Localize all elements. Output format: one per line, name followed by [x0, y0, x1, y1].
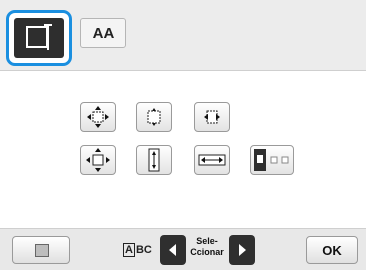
- abc-bc: BC: [135, 244, 152, 256]
- arrow-left-icon: [169, 244, 176, 256]
- stretch-vertical-icon: [148, 148, 160, 172]
- expand-all-directions-icon: [86, 148, 110, 172]
- tab-strip: AA: [0, 0, 366, 70]
- layout-frame-icon: [26, 26, 48, 48]
- move-left-right-icon: [204, 110, 220, 124]
- abc-indicator: A BC: [123, 243, 152, 257]
- stretch-horizontal-button[interactable]: [194, 145, 230, 175]
- embroidery-edit-screen: AA A BC Sele- Ccionar OK: [0, 0, 366, 270]
- layout-frame-icon-part: [47, 24, 49, 50]
- bottom-bar: A BC Sele- Ccionar OK: [0, 228, 366, 270]
- stop-button[interactable]: [12, 236, 70, 264]
- font-style-icon: AA: [92, 24, 115, 42]
- abc-a: A: [123, 243, 135, 257]
- edit-panel: [0, 70, 366, 229]
- tab-layout[interactable]: [14, 18, 64, 58]
- select-label-line2: Ccionar: [190, 247, 224, 257]
- next-button[interactable]: [229, 235, 255, 265]
- select-label: Sele- Ccionar: [188, 236, 226, 258]
- move-horizontal-button[interactable]: [136, 102, 172, 132]
- move-all-directions-icon: [87, 106, 109, 128]
- array-arrange-icon: [254, 149, 289, 171]
- move-horizontal-button-2[interactable]: [194, 102, 230, 132]
- array-button[interactable]: [250, 145, 294, 175]
- arrow-right-icon: [239, 244, 246, 256]
- expand-all-button[interactable]: [80, 145, 116, 175]
- tab-font[interactable]: AA: [80, 18, 126, 48]
- move-left-right-icon: [147, 108, 161, 126]
- ok-button[interactable]: OK: [306, 236, 358, 264]
- square-icon: [35, 244, 49, 257]
- stretch-horizontal-icon: [198, 154, 226, 166]
- move-center-button[interactable]: [80, 102, 116, 132]
- stretch-vertical-button[interactable]: [136, 145, 172, 175]
- prev-button[interactable]: [160, 235, 186, 265]
- select-label-line1: Sele-: [196, 236, 218, 246]
